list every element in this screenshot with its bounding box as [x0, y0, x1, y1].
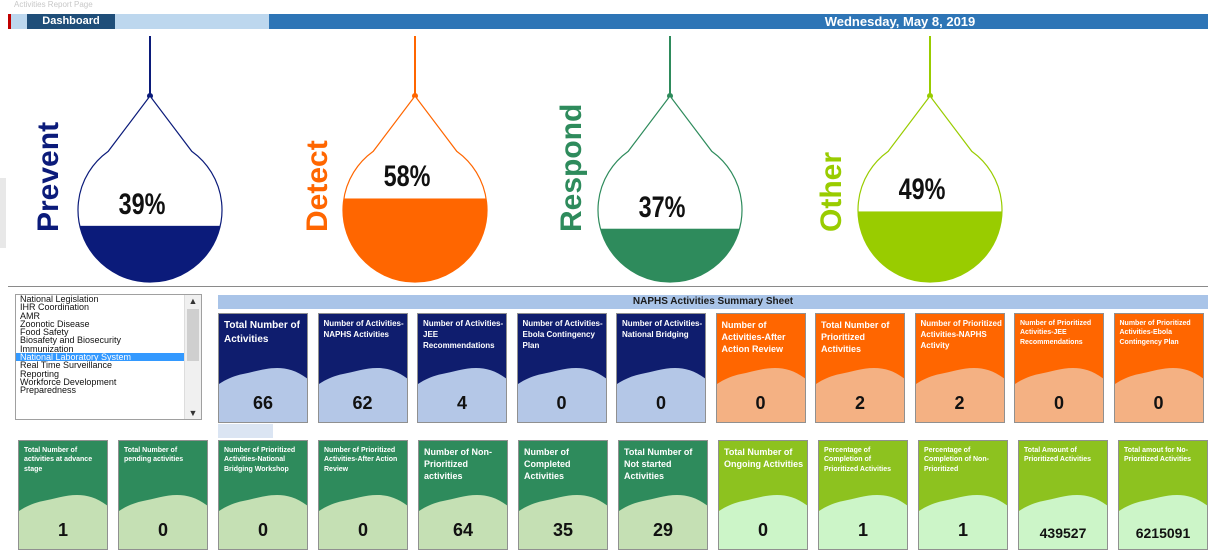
- scroll-up-icon[interactable]: ▲: [187, 296, 199, 306]
- gauge-prevent: [70, 36, 230, 286]
- left-edge-panel: [0, 178, 6, 248]
- summary-card[interactable]: Number of Prioritized Activities-Ebola C…: [1113, 313, 1204, 423]
- gauge-fill: [858, 211, 1002, 282]
- summary-card[interactable]: Number of Non-Prioritized activities 64: [418, 440, 508, 550]
- card-value: 0: [755, 393, 766, 413]
- card-label: Number of Activities- NAPHS Activities: [323, 319, 404, 339]
- summary-card[interactable]: Total Number of Ongoing Activities 0: [718, 440, 808, 550]
- card-value: 0: [757, 520, 768, 540]
- dashboard-button[interactable]: Dashboard: [27, 14, 115, 29]
- card-value: 29: [652, 520, 674, 540]
- card-value: 1: [957, 520, 968, 540]
- card-label: Percentage of Completion of Prioritized …: [824, 447, 892, 473]
- gauge-category-prevent: Prevent: [32, 121, 65, 232]
- faded-header-text: Activities Report Page: [14, 0, 93, 9]
- card-label: Total amout for No-Prioritized Activitie…: [1124, 447, 1192, 464]
- card-label: Number of Prioritized Activities-After A…: [324, 447, 398, 473]
- listbox-scrollbar[interactable]: ▲ ▼: [184, 295, 201, 419]
- gauge-fill: [598, 228, 742, 282]
- gauge-fill: [78, 225, 222, 282]
- card-value: 35: [552, 520, 574, 540]
- gauge-respond: [590, 36, 750, 286]
- card-label: Number of Activities-National Bridging: [622, 319, 703, 339]
- summary-card[interactable]: Number of Completed Activities 35: [518, 440, 608, 550]
- card-label: Total Number of Prioritized Activities: [821, 320, 890, 355]
- card-value: 0: [655, 393, 666, 413]
- card-label: Total Amount of Prioritized Activities: [1024, 447, 1092, 464]
- list-item[interactable]: IHR Coordination: [16, 303, 201, 312]
- scroll-down-icon[interactable]: ▼: [187, 408, 199, 418]
- gauge-other: [850, 36, 1010, 286]
- listbox-items: National Legislation IHR Coordination AMR Z…: [16, 295, 201, 395]
- summary-card[interactable]: Number of Activities-After Action Review…: [715, 313, 806, 423]
- summary-card[interactable]: Total Number of Prioritized Activities 2: [815, 313, 905, 423]
- list-item[interactable]: Preparedness: [16, 386, 201, 395]
- summary-card[interactable]: Number of Activities-Ebola Contingency P…: [516, 313, 607, 423]
- summary-card[interactable]: Number of Prioritized Activities-NAPHS A…: [914, 313, 1005, 423]
- current-date: Wednesday, May 8, 2019: [824, 14, 976, 29]
- gauge-fill: [343, 198, 487, 282]
- summary-sheet-title: NAPHS Activities Summary Sheet: [218, 295, 1208, 309]
- card-value: 1: [857, 520, 868, 540]
- summary-card[interactable]: Total Number of Activities 66: [218, 313, 308, 423]
- card-value: 2: [854, 393, 865, 413]
- gauge-percent-other: 49%: [898, 173, 946, 207]
- card-label: Total Number of activities at advance st…: [24, 447, 93, 473]
- gauge-percent-detect: 58%: [383, 160, 431, 194]
- summary-card[interactable]: Percentage of Completion of Non-Prioriti…: [918, 440, 1008, 550]
- card-label: Number of Prioritized Activities-Ebola C…: [1119, 320, 1191, 346]
- summary-card[interactable]: Total Number of Not started Activities 29: [618, 440, 708, 550]
- card-value: 6215091: [1135, 525, 1191, 541]
- card-value: 439527: [1039, 525, 1087, 541]
- card-value: 0: [357, 520, 368, 540]
- card-value: 62: [352, 393, 373, 413]
- gauge-category-respond: Respond: [555, 103, 588, 232]
- card-value: 0: [1053, 393, 1064, 413]
- card-label: Total Number of pending activities: [124, 447, 184, 464]
- card-value: 2: [954, 393, 965, 413]
- category-listbox[interactable]: National Legislation IHR Coordination AMR Z…: [15, 294, 202, 420]
- card-label: Total Number of Not started Activities: [624, 447, 693, 482]
- summary-card[interactable]: Percentage of Completion of Prioritized …: [818, 440, 908, 550]
- card-label: Number of Prioritized Activities-NAPHS A…: [920, 319, 1002, 350]
- card-value: 64: [452, 520, 474, 540]
- summary-card[interactable]: Number of Prioritized Activities-Nationa…: [218, 440, 308, 550]
- card-value: 0: [1153, 393, 1164, 413]
- card-value: 0: [556, 393, 567, 413]
- card-value: 0: [157, 520, 168, 540]
- summary-blue-strip: [218, 424, 273, 438]
- card-value: 1: [57, 520, 68, 540]
- card-value: 0: [257, 520, 268, 540]
- card-label: Number of Activities-Ebola Contingency P…: [522, 319, 603, 350]
- gauge-category-other: Other: [815, 151, 848, 232]
- summary-card[interactable]: Number of Prioritized Activities-JEE Rec…: [1014, 313, 1104, 423]
- card-label: Percentage of Completion of Non-Prioriti…: [924, 447, 989, 473]
- summary-card[interactable]: Number of Activities-JEE Recommendations…: [417, 313, 507, 423]
- card-label: Number of Completed Activities: [524, 447, 571, 482]
- card-label: Total Number of Activities: [224, 320, 300, 345]
- card-label: Number of Activities-JEE Recommendations: [423, 319, 504, 350]
- summary-card[interactable]: Number of Activities-National Bridging 0: [616, 313, 706, 423]
- summary-card[interactable]: Total Number of activities at advance st…: [18, 440, 108, 550]
- section-divider: [8, 286, 1208, 287]
- summary-card[interactable]: Total Amount of Prioritized Activities 43…: [1018, 440, 1108, 550]
- card-label: Number of Non-Prioritized activities: [424, 447, 492, 482]
- card-label: Number of Prioritized Activities-JEE Rec…: [1020, 320, 1092, 346]
- scrollbar-thumb[interactable]: [187, 309, 199, 361]
- gauge-percent-respond: 37%: [638, 190, 686, 224]
- gauge-percent-prevent: 39%: [118, 187, 166, 221]
- summary-card[interactable]: Number of Prioritized Activities-After A…: [318, 440, 408, 550]
- summary-card[interactable]: Total Number of pending activities 0: [118, 440, 208, 550]
- card-value: 66: [252, 393, 274, 413]
- card-label: Number of Prioritized Activities-Nationa…: [224, 447, 296, 473]
- card-label: Number of Activities-After Action Review: [721, 320, 786, 355]
- summary-card[interactable]: Number of Activities- NAPHS Activities 62: [317, 313, 408, 423]
- card-value: 4: [456, 393, 467, 413]
- card-label: Total Number of Ongoing Activities: [724, 447, 804, 470]
- summary-card[interactable]: Total amout for No-Prioritized Activitie…: [1118, 440, 1208, 550]
- gauge-category-detect: Detect: [301, 140, 334, 232]
